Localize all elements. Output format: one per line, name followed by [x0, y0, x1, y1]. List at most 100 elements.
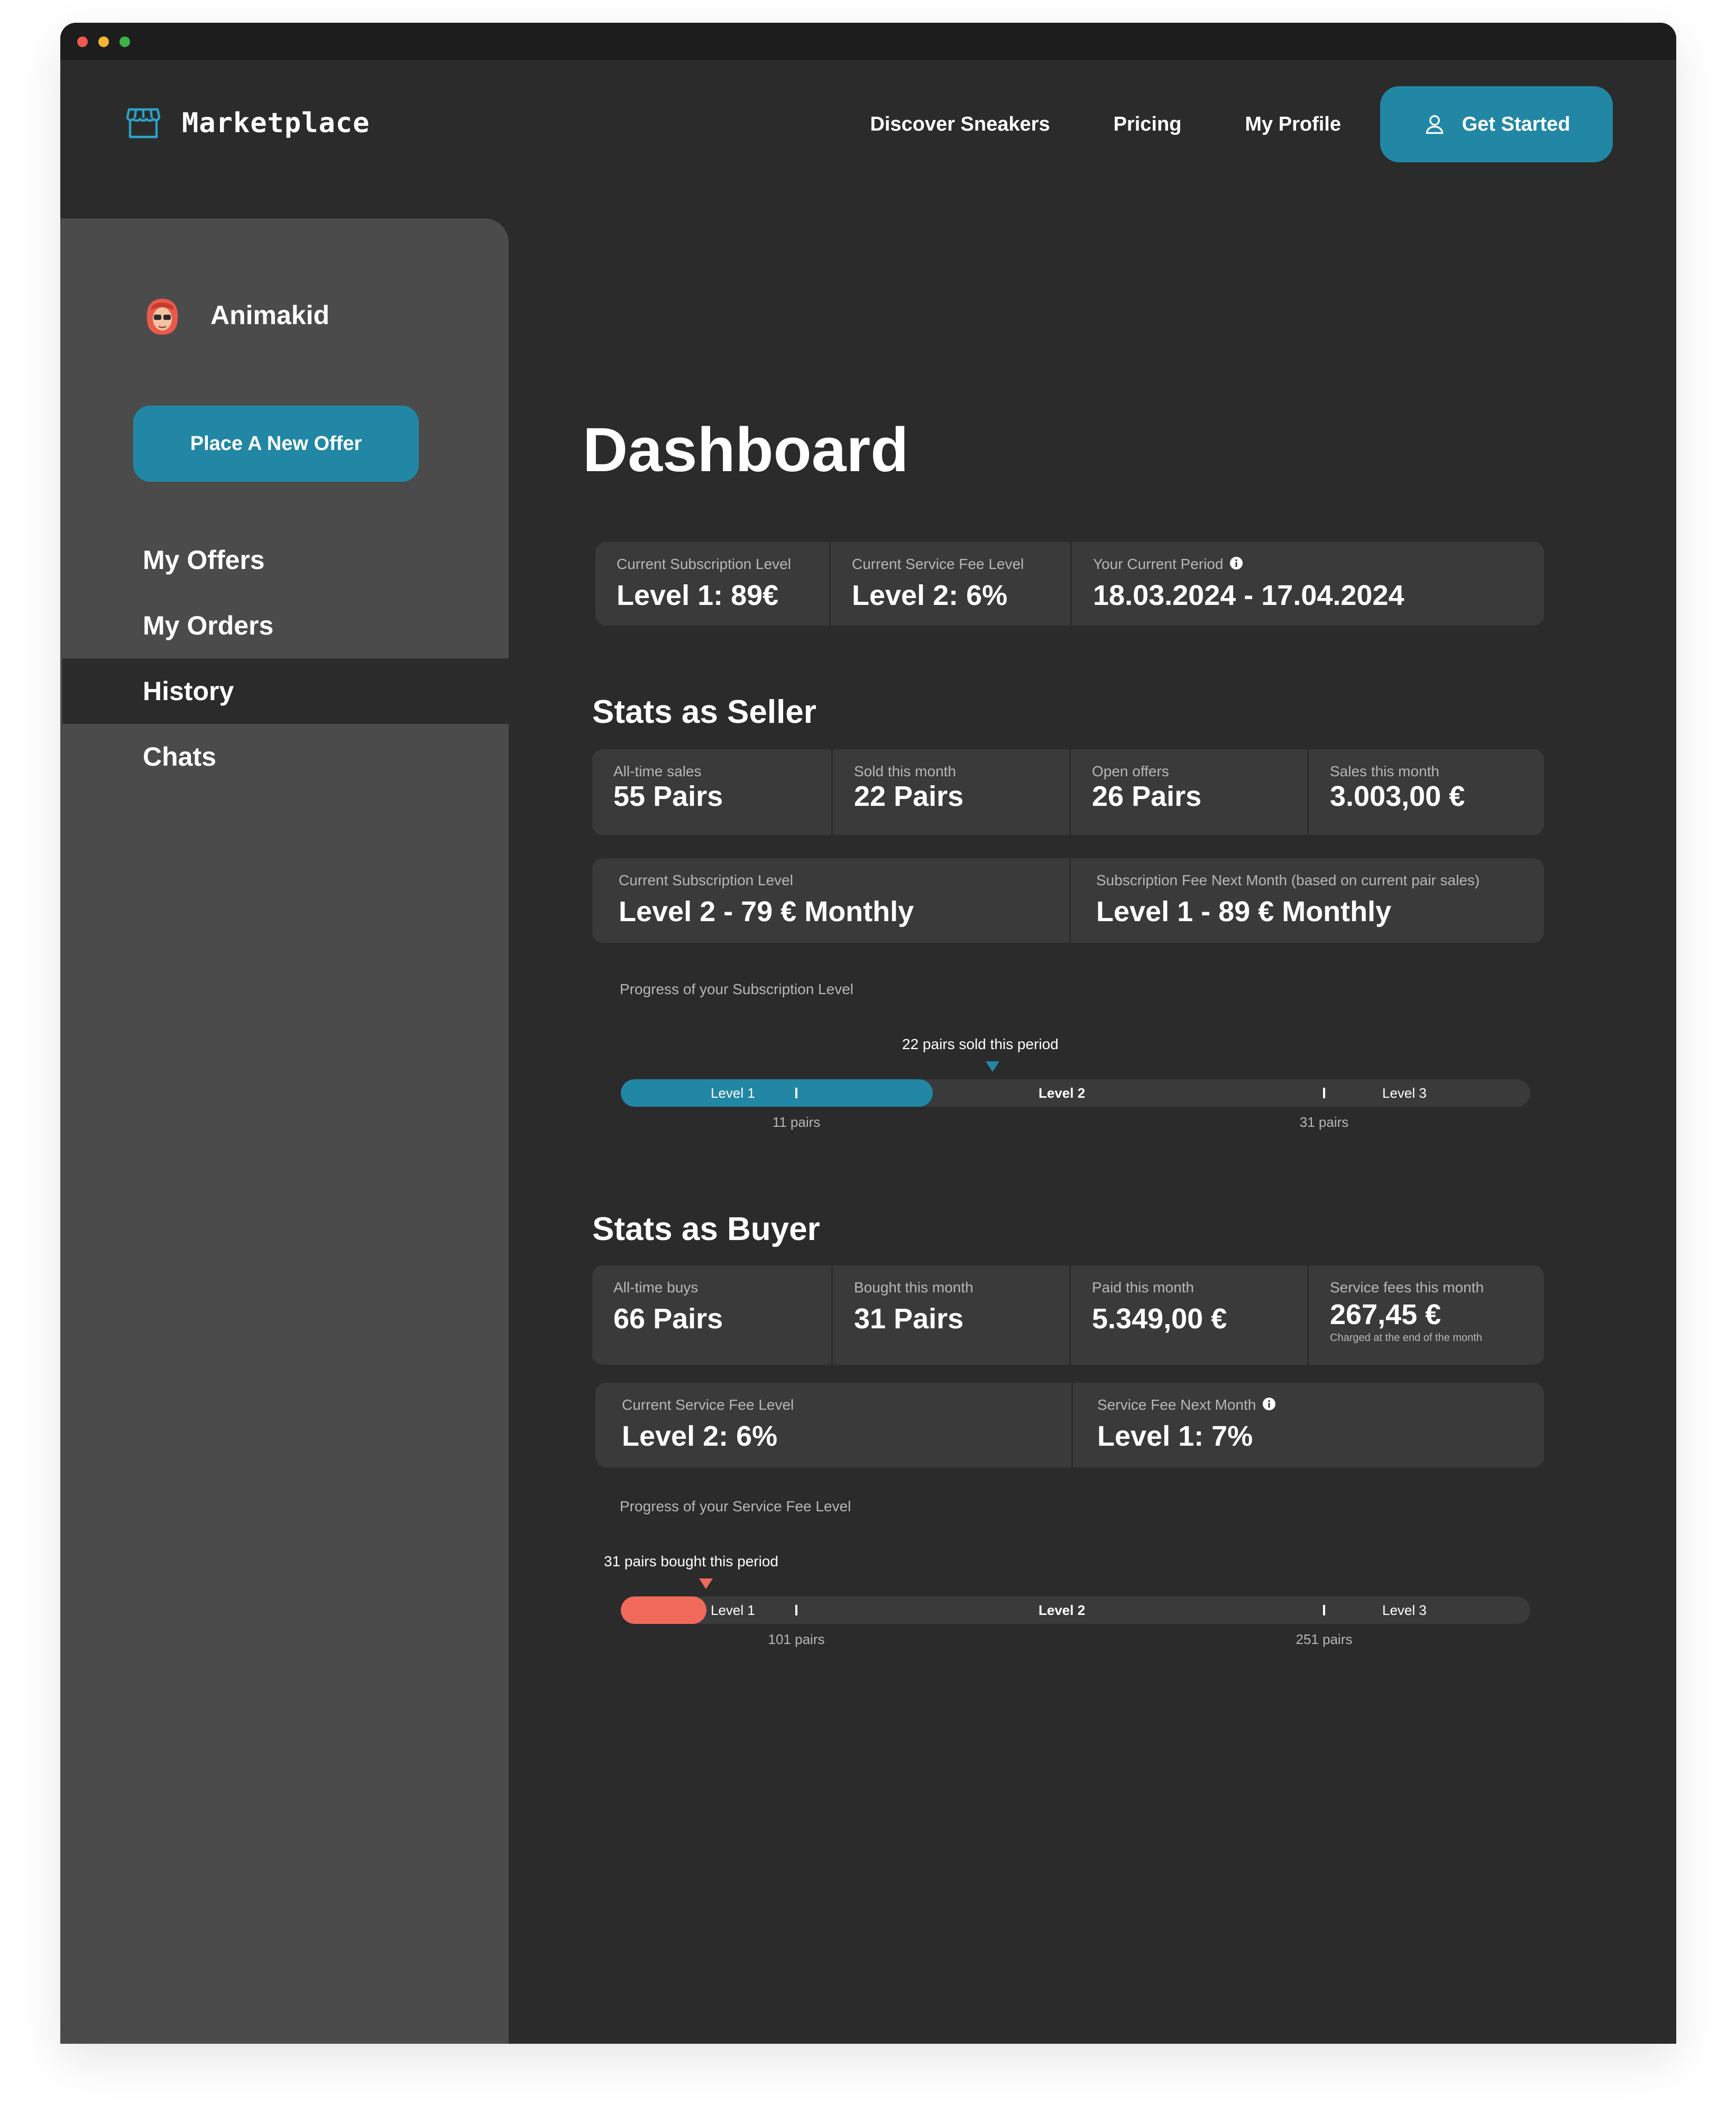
- overview-service-fee-level: Current Service Fee Level Level 2: 6%: [829, 542, 1070, 626]
- stat-label: Open offers: [1092, 763, 1169, 779]
- seller-current-subscription: Current Subscription Level Level 2 - 79 …: [592, 858, 1069, 943]
- buyer-threshold-1: 101 pairs: [768, 1631, 825, 1647]
- stat-label-row: Your Current Period: [1093, 556, 1523, 573]
- stat-label: Bought this month: [854, 1279, 973, 1296]
- seller-progress-marker: [986, 1061, 999, 1072]
- stat-label: Current Subscription Level: [619, 872, 793, 888]
- sidebar-item-my-offers[interactable]: My Offers: [60, 527, 509, 593]
- overview-subscription-level: Current Subscription Level Level 1: 89€: [595, 542, 829, 626]
- stat-value: Level 2: 6%: [622, 1420, 778, 1452]
- level-2-tick: [1323, 1088, 1325, 1098]
- seller-stat: Open offers 26 Pairs: [1069, 749, 1307, 835]
- sidebar-menu: My Offers My Orders History Chats: [60, 527, 509, 789]
- level-3-label: Level 3: [1382, 1085, 1427, 1101]
- stat-label: Your Current Period: [1093, 556, 1224, 572]
- info-icon[interactable]: [1229, 556, 1243, 570]
- storefront-icon: [126, 107, 161, 139]
- place-new-offer-button[interactable]: Place A New Offer: [133, 406, 419, 482]
- stat-value: 3.003,00 €: [1330, 780, 1465, 812]
- close-window-button[interactable]: [77, 36, 88, 47]
- stat-value: Level 1: 89€: [617, 580, 779, 611]
- buyer-stat: Paid this month 5.349,00 €: [1069, 1265, 1307, 1365]
- seller-stat: All-time sales 55 Pairs: [592, 749, 831, 835]
- sidebar-item-my-orders[interactable]: My Orders: [60, 593, 509, 658]
- level-3-label: Level 3: [1382, 1602, 1427, 1618]
- stat-label: Service fees this month: [1330, 1279, 1484, 1296]
- overview-card: Current Subscription Level Level 1: 89€ …: [595, 542, 1544, 626]
- app-window: Marketplace Discover Sneakers Pricing My…: [60, 23, 1676, 2044]
- level-1-label: Level 1: [711, 1085, 755, 1101]
- buyer-stat: Bought this month 31 Pairs: [831, 1265, 1069, 1365]
- seller-progress-fill: [621, 1079, 933, 1107]
- buyer-progress-marker: [699, 1578, 713, 1589]
- main-content: Dashboard Current Subscription Level Lev…: [509, 23, 1676, 2044]
- stat-label: Sales this month: [1330, 763, 1439, 779]
- stat-value: Level 2: 6%: [852, 580, 1008, 611]
- minimize-window-button[interactable]: [98, 36, 109, 47]
- seller-stats-card: All-time sales 55 Pairs Sold this month …: [592, 749, 1544, 835]
- stat-label-row: Service Fee Next Month: [1097, 1397, 1523, 1413]
- buyer-stat: All-time buys 66 Pairs: [592, 1265, 831, 1365]
- seller-progress-label: Progress of your Subscription Level: [620, 981, 853, 997]
- seller-next-subscription: Subscription Fee Next Month (based on cu…: [1069, 858, 1544, 943]
- buyer-progress-fill: [621, 1596, 706, 1624]
- seller-section-title: Stats as Seller: [592, 694, 816, 730]
- seller-progress-bar: Level 1 Level 2 Level 3: [621, 1079, 1530, 1107]
- seller-stat: Sold this month 22 Pairs: [831, 749, 1069, 835]
- level-1-label: Level 1: [711, 1602, 755, 1618]
- buyer-progress-label: Progress of your Service Fee Level: [620, 1498, 851, 1514]
- seller-threshold-1: 11 pairs: [772, 1114, 821, 1130]
- buyer-next-fee-level: Service Fee Next Month Level 1: 7%: [1071, 1383, 1544, 1467]
- maximize-window-button[interactable]: [120, 36, 130, 47]
- logo[interactable]: Marketplace: [126, 107, 370, 139]
- stat-value: 31 Pairs: [854, 1303, 964, 1335]
- level-1-tick: [795, 1088, 797, 1098]
- stat-value: 55 Pairs: [613, 780, 723, 812]
- stat-label: All-time buys: [613, 1279, 699, 1296]
- sidebar-item-chats[interactable]: Chats: [60, 724, 509, 789]
- stat-value: 22 Pairs: [854, 780, 964, 812]
- sidebar: Animakid Place A New Offer My Offers My …: [60, 218, 509, 2044]
- sidebar-item-history[interactable]: History: [62, 658, 509, 724]
- buyer-stat: Service fees this month 267,45 € Charged…: [1307, 1265, 1544, 1365]
- avatar: [140, 292, 185, 338]
- stat-value: Level 2 - 79 € Monthly: [619, 896, 914, 927]
- buyer-current-fee-level: Current Service Fee Level Level 2: 6%: [595, 1383, 1071, 1467]
- stat-label: Subscription Fee Next Month (based on cu…: [1096, 872, 1480, 888]
- seller-progress-marker-text: 22 pairs sold this period: [902, 1036, 1059, 1052]
- stat-label: Current Subscription Level: [617, 556, 791, 572]
- stat-label: Current Service Fee Level: [622, 1397, 794, 1413]
- level-1-tick: [795, 1605, 797, 1615]
- level-2-tick: [1323, 1605, 1325, 1615]
- stat-label: All-time sales: [613, 763, 702, 779]
- stat-value: Level 1: 7%: [1097, 1420, 1253, 1452]
- info-icon[interactable]: [1262, 1397, 1276, 1411]
- stat-value: Level 1 - 89 € Monthly: [1096, 896, 1392, 927]
- stat-note: Charged at the end of the month: [1330, 1332, 1482, 1344]
- stat-label: Sold this month: [854, 763, 956, 779]
- level-2-label: Level 2: [1039, 1085, 1086, 1101]
- stat-label: Paid this month: [1092, 1279, 1194, 1296]
- buyer-threshold-2: 251 pairs: [1296, 1631, 1353, 1647]
- page-title: Dashboard: [583, 415, 909, 485]
- buyer-progress-marker-text: 31 pairs bought this period: [604, 1553, 778, 1569]
- buyer-progress-bar: Level 1 Level 2 Level 3: [621, 1596, 1530, 1624]
- buyer-stats-card: All-time buys 66 Pairs Bought this month…: [592, 1265, 1544, 1365]
- stat-value: 26 Pairs: [1092, 780, 1202, 812]
- stat-value: 18.03.2024 - 17.04.2024: [1093, 580, 1404, 611]
- username: Animakid: [210, 300, 330, 330]
- level-2-label: Level 2: [1039, 1602, 1086, 1618]
- seller-threshold-2: 31 pairs: [1299, 1114, 1349, 1130]
- overview-current-period: Your Current Period 18.03.2024 - 17.04.2…: [1070, 542, 1544, 626]
- buyer-levels-card: Current Service Fee Level Level 2: 6% Se…: [595, 1383, 1544, 1467]
- user-profile[interactable]: Animakid: [140, 292, 329, 338]
- seller-levels-card: Current Subscription Level Level 2 - 79 …: [592, 858, 1544, 943]
- stat-value: 267,45 €: [1330, 1299, 1441, 1330]
- buyer-section-title: Stats as Buyer: [592, 1211, 820, 1247]
- seller-stat: Sales this month 3.003,00 €: [1307, 749, 1544, 835]
- stat-value: 5.349,00 €: [1092, 1303, 1227, 1335]
- stat-label: Current Service Fee Level: [852, 556, 1024, 572]
- stat-value: 66 Pairs: [613, 1303, 723, 1335]
- stat-label: Service Fee Next Month: [1097, 1397, 1256, 1413]
- logo-text: Marketplace: [182, 107, 370, 139]
